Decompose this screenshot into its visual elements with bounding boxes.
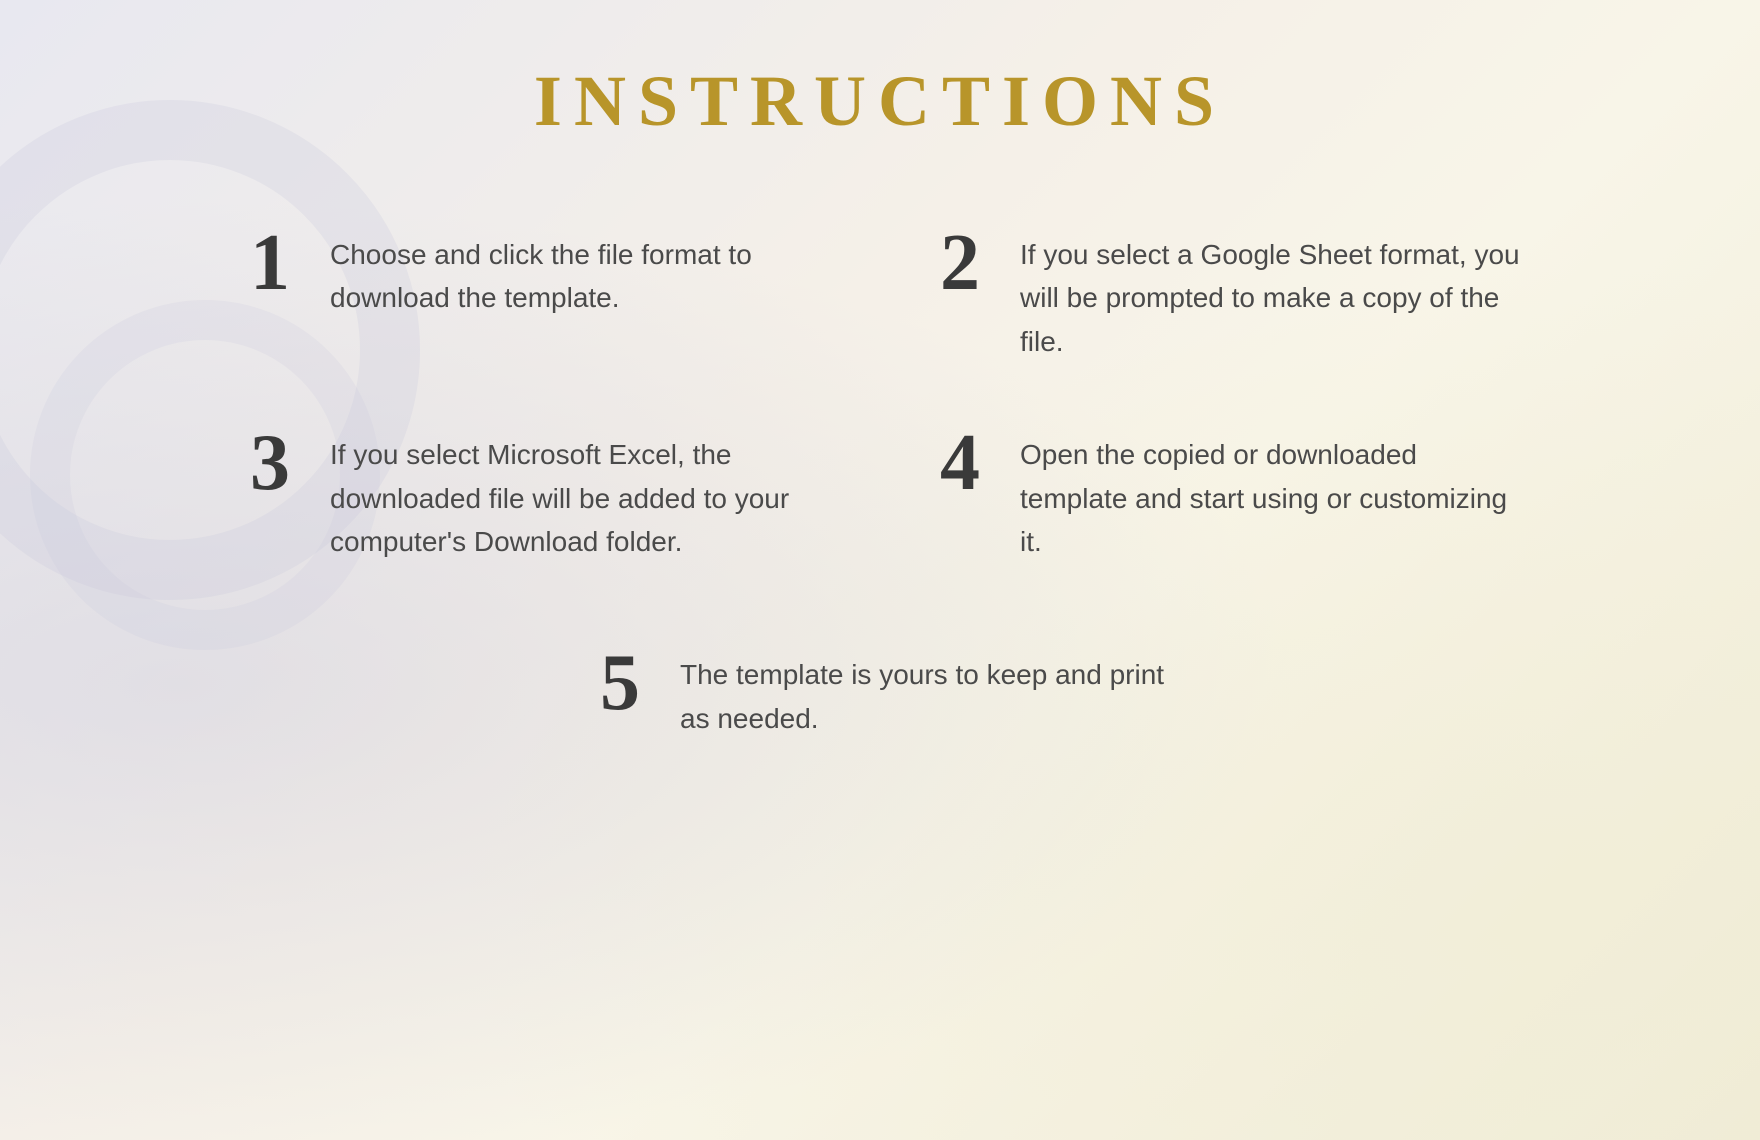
step-5-number: 5	[590, 643, 650, 723]
step-4-item: 4 Open the copied or downloaded template…	[920, 403, 1530, 583]
step-3-number: 3	[240, 423, 300, 503]
step-2-item: 2 If you select a Google Sheet format, y…	[920, 203, 1530, 383]
step-4-number: 4	[930, 423, 990, 503]
step-5-text: The template is yours to keep and print …	[680, 643, 1170, 740]
page-title: INSTRUCTIONS	[534, 60, 1226, 143]
step-1-number: 1	[240, 223, 300, 303]
page-container: INSTRUCTIONS 1 Choose and click the file…	[0, 0, 1760, 1140]
step-2-number: 2	[930, 223, 990, 303]
step-5-container: 5 The template is yours to keep and prin…	[230, 623, 1530, 760]
step-1-text: Choose and click the file format to down…	[330, 223, 830, 320]
step-4-text: Open the copied or downloaded template a…	[1020, 423, 1520, 563]
instructions-grid: 1 Choose and click the file format to do…	[230, 203, 1530, 760]
step-2-text: If you select a Google Sheet format, you…	[1020, 223, 1520, 363]
step-3-item: 3 If you select Microsoft Excel, the dow…	[230, 403, 840, 583]
step-5-item: 5 The template is yours to keep and prin…	[580, 623, 1180, 760]
step-1-item: 1 Choose and click the file format to do…	[230, 203, 840, 383]
step-3-text: If you select Microsoft Excel, the downl…	[330, 423, 830, 563]
